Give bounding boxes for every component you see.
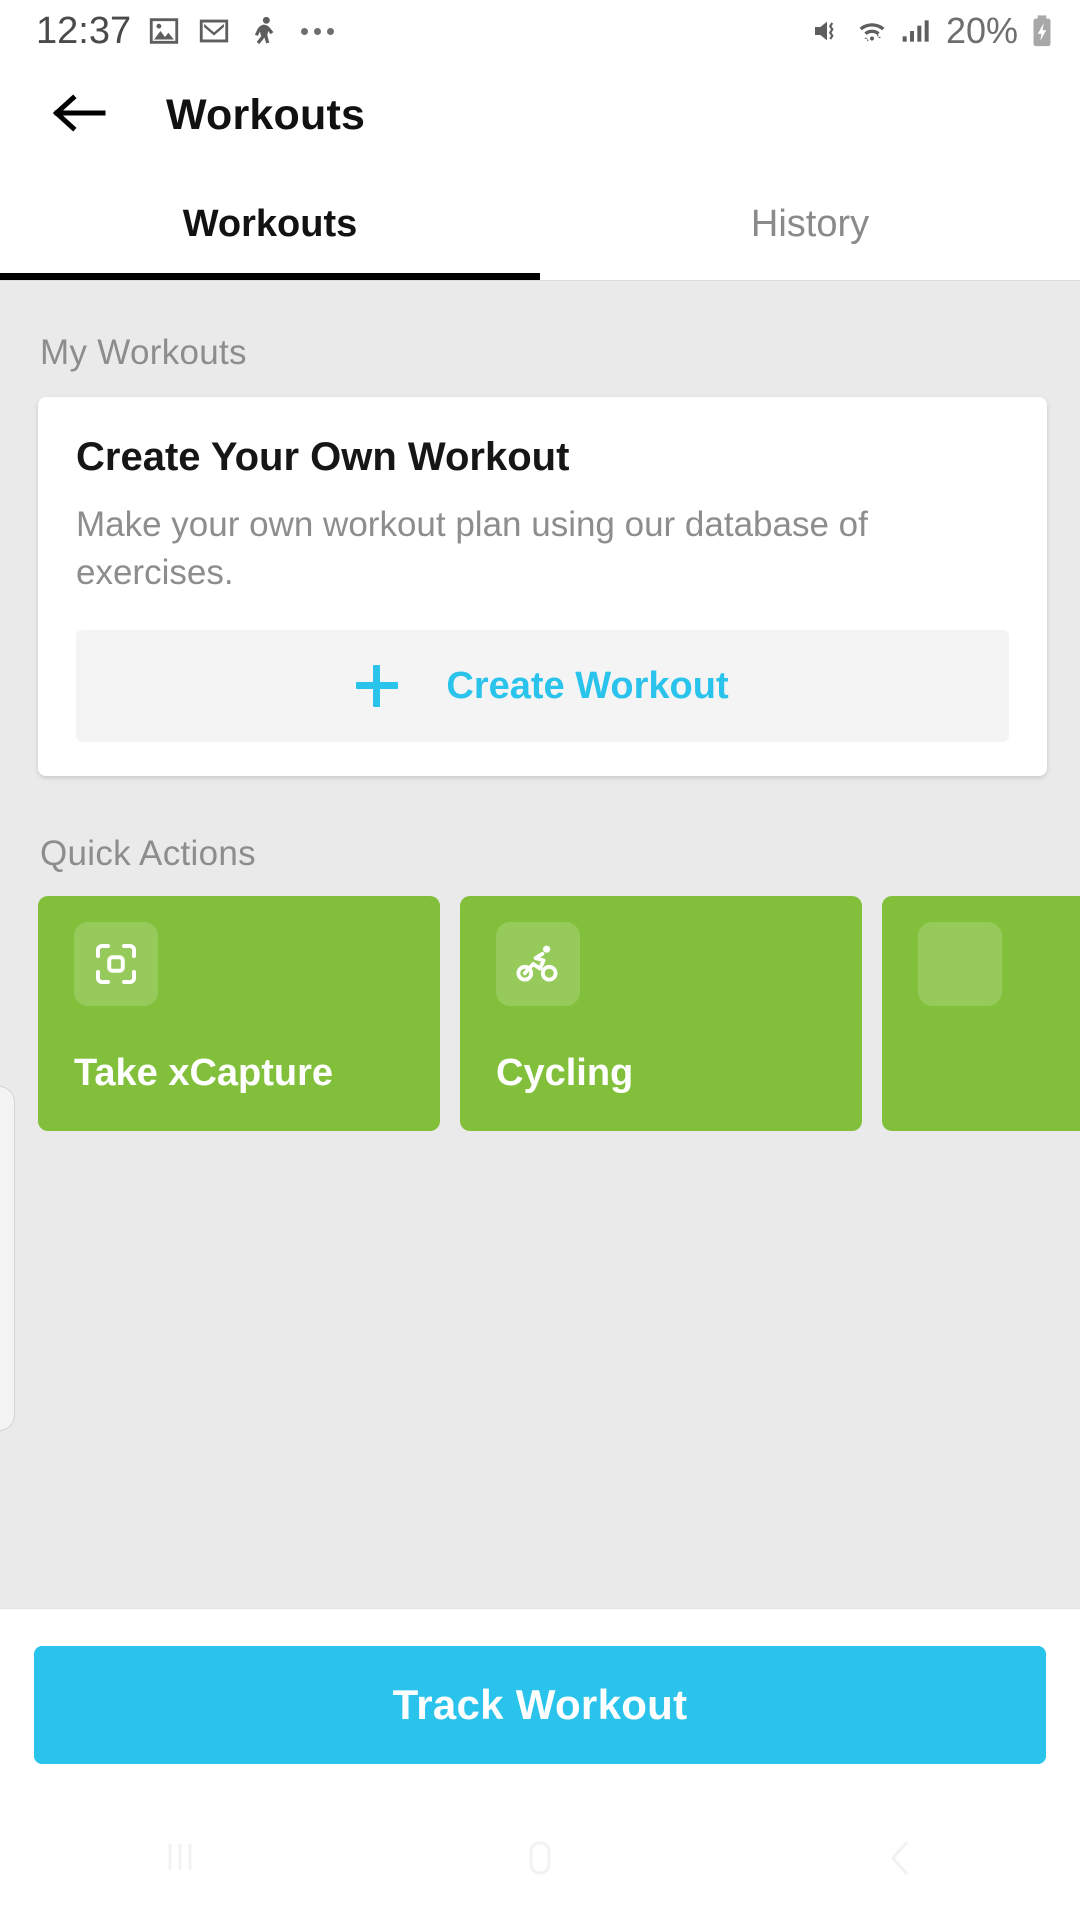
create-workout-card: Create Your Own Workout Make your own wo…: [38, 397, 1047, 777]
nav-back-icon: [874, 1834, 926, 1887]
home-icon: [514, 1834, 566, 1887]
track-workout-button-label: Track Workout: [392, 1680, 688, 1728]
create-workout-button-label: Create Workout: [446, 664, 729, 707]
quick-action-card-xcapture[interactable]: Take xCapture: [38, 896, 440, 1132]
recents-button[interactable]: [0, 1834, 360, 1887]
quick-action-label: Take xCapture: [74, 1052, 334, 1095]
create-workout-button[interactable]: Create Workout: [76, 630, 1009, 743]
footer-action-bar: Track Workout: [0, 1608, 1080, 1800]
back-arrow-icon: [51, 90, 107, 141]
create-card-subtitle: Make your own workout plan using our dat…: [76, 505, 868, 592]
mute-vibrate-icon: [810, 15, 844, 47]
tab-workouts-label: Workouts: [182, 202, 358, 245]
track-workout-button[interactable]: Track Workout: [34, 1645, 1046, 1764]
section-header-quick-actions: Quick Actions: [40, 834, 256, 874]
tab-history[interactable]: History: [540, 168, 1080, 280]
offscreen-card-peek[interactable]: [0, 1086, 15, 1431]
cellular-signal-icon: [900, 15, 932, 47]
more-dots-icon: [301, 27, 335, 35]
tab-history-label: History: [750, 202, 870, 245]
recents-icon: [154, 1834, 206, 1887]
create-card-title: Create Your Own Workout: [76, 435, 570, 479]
plus-icon: [356, 665, 399, 708]
status-bar-left: 12:37: [36, 9, 335, 53]
status-time: 12:37: [36, 9, 132, 52]
cycling-icon: [496, 922, 580, 1007]
tab-workouts[interactable]: Workouts: [0, 168, 540, 280]
scan-frame-icon: [74, 922, 158, 1007]
status-bar: 12:37 20%: [0, 0, 1080, 62]
home-button[interactable]: [360, 1834, 720, 1887]
page-title: Workouts: [166, 90, 366, 139]
android-navigation-bar: [0, 1800, 1080, 1920]
fitness-icon: [247, 14, 279, 48]
section-header-my-workouts: My Workouts: [40, 333, 247, 372]
battery-percent-label: 20%: [945, 10, 1018, 51]
status-bar-right: 20%: [810, 10, 1056, 52]
quick-action-label: [918, 1095, 1080, 1131]
gmail-icon: [197, 14, 231, 48]
gallery-icon: [147, 14, 181, 48]
quick-actions-carousel[interactable]: Take xCapture Cycling: [0, 874, 1080, 1132]
quick-action-card-cycling[interactable]: Cycling: [460, 896, 862, 1132]
quick-action-card-next[interactable]: [882, 896, 1080, 1132]
battery-charging-icon: [1028, 14, 1056, 48]
tab-bar: Workouts History: [0, 168, 1080, 280]
quick-action-label: Cycling: [496, 1052, 634, 1095]
wifi-icon: [854, 15, 890, 47]
content-area: My Workouts Create Your Own Workout Make…: [0, 280, 1080, 1608]
back-button[interactable]: [40, 76, 118, 154]
nav-back-button[interactable]: [720, 1834, 1080, 1887]
quick-action-icon-placeholder: [918, 922, 1002, 1007]
app-bar: Workouts: [0, 62, 1080, 168]
tab-active-indicator: [0, 273, 540, 280]
app-screen: 12:37 20% Workouts Workouts History My W…: [0, 0, 1080, 1920]
